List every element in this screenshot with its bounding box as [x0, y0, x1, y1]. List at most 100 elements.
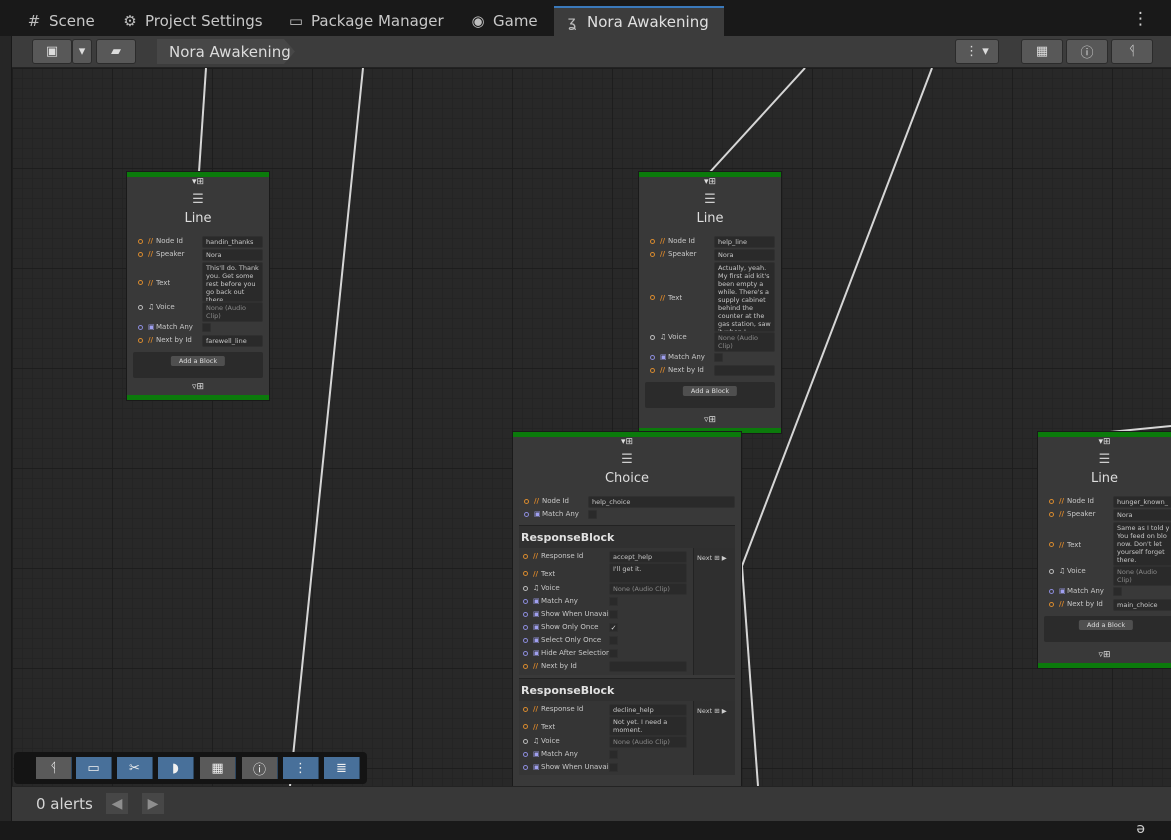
- blackboard-button[interactable]: ▦: [200, 757, 236, 779]
- match-any-checkbox[interactable]: [609, 750, 618, 759]
- tools-button[interactable]: ✂: [117, 757, 153, 779]
- string-icon: //: [148, 237, 154, 245]
- minimap-icon: ᛩ: [1128, 44, 1136, 59]
- choice-node-help-choice[interactable]: ▾⊞ ☰ Choice //Node Id help_choice ▣ Match …: [513, 432, 741, 786]
- speaker-field[interactable]: Nora: [714, 249, 775, 261]
- voice-field[interactable]: None (Audio Clip): [1113, 566, 1171, 586]
- bool-icon: ▣: [148, 323, 155, 331]
- match-any-checkbox[interactable]: [609, 597, 618, 606]
- input-port[interactable]: ▾⊞: [513, 437, 741, 448]
- string-icon: //: [148, 278, 154, 287]
- voice-field[interactable]: None (Audio Clip): [714, 332, 775, 352]
- next-by-id-field[interactable]: main_choice: [1113, 599, 1171, 611]
- next-alert-button[interactable]: ▶: [142, 793, 164, 814]
- field-label: Text: [541, 569, 556, 578]
- save-dropdown-button[interactable]: ▾: [72, 39, 92, 64]
- graph-icon: ʓ: [567, 13, 577, 31]
- status-icon[interactable]: ə: [1136, 821, 1145, 837]
- breadcrumb[interactable]: Nora Awakening: [157, 39, 295, 64]
- add-block-button[interactable]: Add a Block: [170, 356, 226, 366]
- window-button[interactable]: ▭: [76, 757, 112, 779]
- tab-scene[interactable]: # Scene: [16, 6, 105, 36]
- line-node-icon: ☰: [192, 192, 204, 207]
- match-any-checkbox[interactable]: [714, 353, 723, 362]
- minimap-toggle-button[interactable]: ᛩ: [1111, 39, 1153, 64]
- output-port[interactable]: ▿⊞: [1038, 650, 1171, 661]
- response-id-field[interactable]: decline_help: [609, 704, 687, 716]
- edge[interactable]: [198, 68, 207, 173]
- tab-package-manager[interactable]: ▭ Package Manager: [278, 6, 454, 36]
- audio-icon: ♫: [1059, 567, 1066, 575]
- line-node-handin-thanks[interactable]: ▾⊞ ☰ Line //Node Id handin_thanks //Speak…: [127, 172, 269, 400]
- field-label: Text: [668, 293, 683, 302]
- tab-project-settings[interactable]: ⚙ Project Settings: [112, 6, 273, 36]
- inspector-button[interactable]: ⓘ: [242, 757, 278, 779]
- voice-field[interactable]: None (Audio Clip): [609, 583, 687, 595]
- minimap-button[interactable]: ᛩ: [36, 757, 72, 779]
- text-field[interactable]: This'll do. Thank you. Get some rest bef…: [202, 262, 263, 302]
- input-port[interactable]: ▾⊞: [1038, 437, 1171, 448]
- speaker-field[interactable]: Nora: [1113, 509, 1171, 521]
- response-id-field[interactable]: accept_help: [609, 551, 687, 563]
- tab-menu-icon[interactable]: ⋮: [1132, 9, 1149, 29]
- next-by-id-field[interactable]: [714, 365, 775, 376]
- select-only-once-checkbox[interactable]: [609, 636, 618, 645]
- open-folder-button[interactable]: ▰: [96, 39, 136, 64]
- text-field[interactable]: Actually, yeah. My first aid kit's been …: [714, 262, 775, 332]
- field-label: Text: [156, 278, 171, 287]
- text-field[interactable]: I'll get it.: [609, 563, 687, 583]
- edge[interactable]: [289, 68, 364, 786]
- inspector-toggle-button[interactable]: ⓘ: [1066, 39, 1108, 64]
- previous-alert-button[interactable]: ◀: [106, 793, 128, 814]
- output-port[interactable]: ▿⊞: [639, 415, 781, 426]
- add-block-button[interactable]: Add a Block: [1078, 620, 1134, 630]
- text-field[interactable]: Same as I told y You feed on blo now. Do…: [1113, 522, 1171, 566]
- input-port[interactable]: ▾⊞: [127, 177, 269, 188]
- console-button[interactable]: ≣: [324, 757, 360, 779]
- node-id-field[interactable]: handin_thanks: [202, 236, 263, 248]
- node-id-field[interactable]: hunger_known_: [1113, 496, 1171, 508]
- more-options-button[interactable]: ⋮ ▾: [955, 39, 999, 64]
- tab-nora-awakening[interactable]: ʓ Nora Awakening: [554, 6, 724, 36]
- input-port[interactable]: ▾⊞: [639, 177, 781, 188]
- save-button[interactable]: ▣: [32, 39, 72, 64]
- match-any-checkbox[interactable]: [1113, 587, 1122, 596]
- field-label: Speaker: [1067, 510, 1096, 518]
- field-label: Node Id: [1067, 497, 1095, 505]
- next-port[interactable]: Next ⊞ ▶: [693, 701, 735, 775]
- tab-label: Project Settings: [145, 12, 263, 30]
- more-button[interactable]: ⋮: [283, 757, 319, 779]
- left-panel-edge[interactable]: [0, 36, 12, 821]
- edge[interactable]: [741, 565, 759, 786]
- response-block: ResponseBlock //Response Id accept_help /…: [519, 525, 735, 675]
- next-port[interactable]: Next ⊞ ▶: [693, 548, 735, 675]
- node-id-field[interactable]: help_choice: [588, 496, 735, 508]
- line-node-help-line[interactable]: ▾⊞ ☰ Line //Node Id help_line //Speaker No…: [639, 172, 781, 433]
- voice-field[interactable]: None (Audio Clip): [202, 302, 263, 322]
- node-id-field[interactable]: help_line: [714, 236, 775, 248]
- window-icon: ▭: [87, 760, 100, 776]
- text-field[interactable]: Not yet. I need a moment.: [609, 716, 687, 736]
- next-by-id-field[interactable]: [609, 661, 687, 672]
- output-port[interactable]: ▿⊞: [127, 382, 269, 393]
- edge[interactable]: [709, 68, 806, 173]
- speaker-field[interactable]: Nora: [202, 249, 263, 261]
- blackboard-icon: ▦: [1035, 44, 1049, 59]
- add-block-button[interactable]: Add a Block: [682, 386, 738, 396]
- voice-field[interactable]: None (Audio Clip): [609, 736, 687, 748]
- match-any-checkbox[interactable]: [588, 510, 597, 519]
- package-icon: ▭: [288, 12, 304, 30]
- show-only-once-checkbox[interactable]: ✓: [609, 623, 618, 632]
- line-node-hunger-known[interactable]: ▾⊞ ☰ Line //Node Id hunger_known_ //Speak…: [1038, 432, 1171, 668]
- graph-canvas[interactable]: ▾⊞ ☰ Line //Node Id handin_thanks //Speak…: [12, 68, 1171, 786]
- show-when-unavailable-checkbox[interactable]: [609, 763, 618, 772]
- hide-after-selection-checkbox[interactable]: [609, 649, 618, 658]
- preview-button[interactable]: ◗: [158, 757, 194, 779]
- status-bar: 0 alerts ◀ ▶: [12, 786, 1171, 821]
- tab-game[interactable]: ◉ Game: [460, 6, 548, 36]
- gear-icon: ⚙: [123, 12, 137, 30]
- blackboard-toggle-button[interactable]: ▦: [1021, 39, 1063, 64]
- show-when-unavailable-checkbox[interactable]: [609, 610, 618, 619]
- next-by-id-field[interactable]: farewell_line: [202, 335, 263, 347]
- match-any-checkbox[interactable]: [202, 323, 211, 332]
